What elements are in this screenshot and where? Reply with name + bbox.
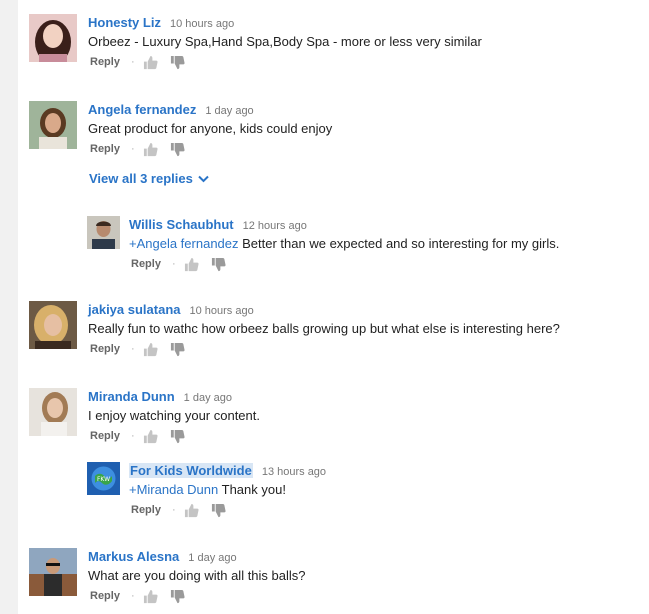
comment-time[interactable]: 1 day ago: [188, 552, 236, 564]
reply-time[interactable]: 13 hours ago: [262, 466, 326, 478]
reply-button[interactable]: Reply: [90, 341, 120, 357]
comment-author[interactable]: Miranda Dunn: [88, 389, 175, 404]
separator: ·: [171, 504, 176, 516]
svg-text:FKW: FKW: [97, 476, 110, 483]
thumbs-down-icon[interactable]: [170, 589, 185, 604]
reply-message: Better than we expected and so interesti…: [238, 236, 560, 251]
reply-text: +Miranda Dunn Thank you!: [129, 481, 326, 499]
reply-author[interactable]: Willis Schaubhut: [129, 217, 234, 232]
comment-text: Orbeez - Luxury Spa,Hand Spa,Body Spa - …: [88, 34, 482, 49]
comment-time[interactable]: 1 day ago: [184, 392, 232, 404]
comments-panel: Honesty Liz 10 hours ago Orbeez - Luxury …: [18, 0, 649, 614]
thumbs-up-icon[interactable]: [143, 589, 158, 604]
reply-button[interactable]: Reply: [90, 428, 120, 444]
thumbs-up-icon[interactable]: [184, 503, 199, 518]
reply-button[interactable]: Reply: [90, 54, 120, 70]
separator: ·: [130, 590, 135, 602]
comment-author[interactable]: Markus Alesna: [88, 549, 179, 564]
separator: ·: [171, 258, 176, 270]
reply-button[interactable]: Reply: [131, 502, 161, 518]
avatar[interactable]: [29, 388, 77, 436]
avatar[interactable]: [29, 14, 77, 62]
avatar[interactable]: [29, 548, 77, 596]
reply-actions: Reply ·: [129, 502, 326, 518]
mention-link[interactable]: +Miranda Dunn: [129, 482, 218, 497]
comment-actions: Reply ·: [88, 588, 306, 604]
comment-text: Really fun to wathc how orbeez balls gro…: [88, 321, 560, 336]
reply-author[interactable]: For Kids Worldwide: [129, 463, 253, 478]
avatar[interactable]: [29, 301, 77, 349]
reply-text: +Angela fernandez Better than we expecte…: [129, 235, 559, 253]
thumbs-up-icon[interactable]: [184, 257, 199, 272]
comment-text: Great product for anyone, kids could enj…: [88, 121, 333, 136]
comment-time[interactable]: 10 hours ago: [170, 18, 234, 30]
thumbs-up-icon[interactable]: [143, 142, 158, 157]
comment-time[interactable]: 10 hours ago: [190, 305, 254, 317]
reply-actions: Reply ·: [129, 256, 559, 272]
comment-text: What are you doing with all this balls?: [88, 568, 306, 583]
reply-button[interactable]: Reply: [90, 141, 120, 157]
separator: ·: [130, 56, 135, 68]
separator: ·: [130, 143, 135, 155]
avatar[interactable]: FKW: [87, 462, 120, 495]
thumbs-up-icon[interactable]: [143, 55, 158, 70]
comment-actions: Reply ·: [88, 141, 332, 157]
separator: ·: [130, 343, 135, 355]
comment-author[interactable]: jakiya sulatana: [88, 302, 181, 317]
view-replies-label: View all 3 replies: [89, 171, 193, 186]
reply-button[interactable]: Reply: [90, 588, 120, 604]
chevron-down-icon: [198, 175, 209, 182]
thumbs-down-icon[interactable]: [170, 429, 185, 444]
comment-time[interactable]: 1 day ago: [205, 105, 253, 117]
comment-author[interactable]: Angela fernandez: [88, 102, 196, 117]
thumbs-down-icon[interactable]: [211, 257, 226, 272]
comment-actions: Reply ·: [88, 341, 560, 357]
thumbs-down-icon[interactable]: [170, 55, 185, 70]
comment-actions: Reply ·: [88, 428, 260, 444]
thumbs-up-icon[interactable]: [143, 429, 158, 444]
thumbs-down-icon[interactable]: [211, 503, 226, 518]
reply-button[interactable]: Reply: [131, 256, 161, 272]
thumbs-down-icon[interactable]: [170, 142, 185, 157]
separator: ·: [130, 430, 135, 442]
comment-actions: Reply ·: [88, 54, 482, 70]
reply-time[interactable]: 12 hours ago: [243, 220, 307, 232]
view-all-replies-button[interactable]: View all 3 replies: [89, 171, 209, 186]
mention-link[interactable]: +Angela fernandez: [129, 236, 239, 251]
avatar[interactable]: [87, 216, 120, 249]
reply-message: Thank you!: [218, 482, 286, 497]
thumbs-down-icon[interactable]: [170, 342, 185, 357]
comment-author[interactable]: Honesty Liz: [88, 15, 161, 30]
comment-text: I enjoy watching your content.: [88, 408, 260, 423]
avatar[interactable]: [29, 101, 77, 149]
thumbs-up-icon[interactable]: [143, 342, 158, 357]
